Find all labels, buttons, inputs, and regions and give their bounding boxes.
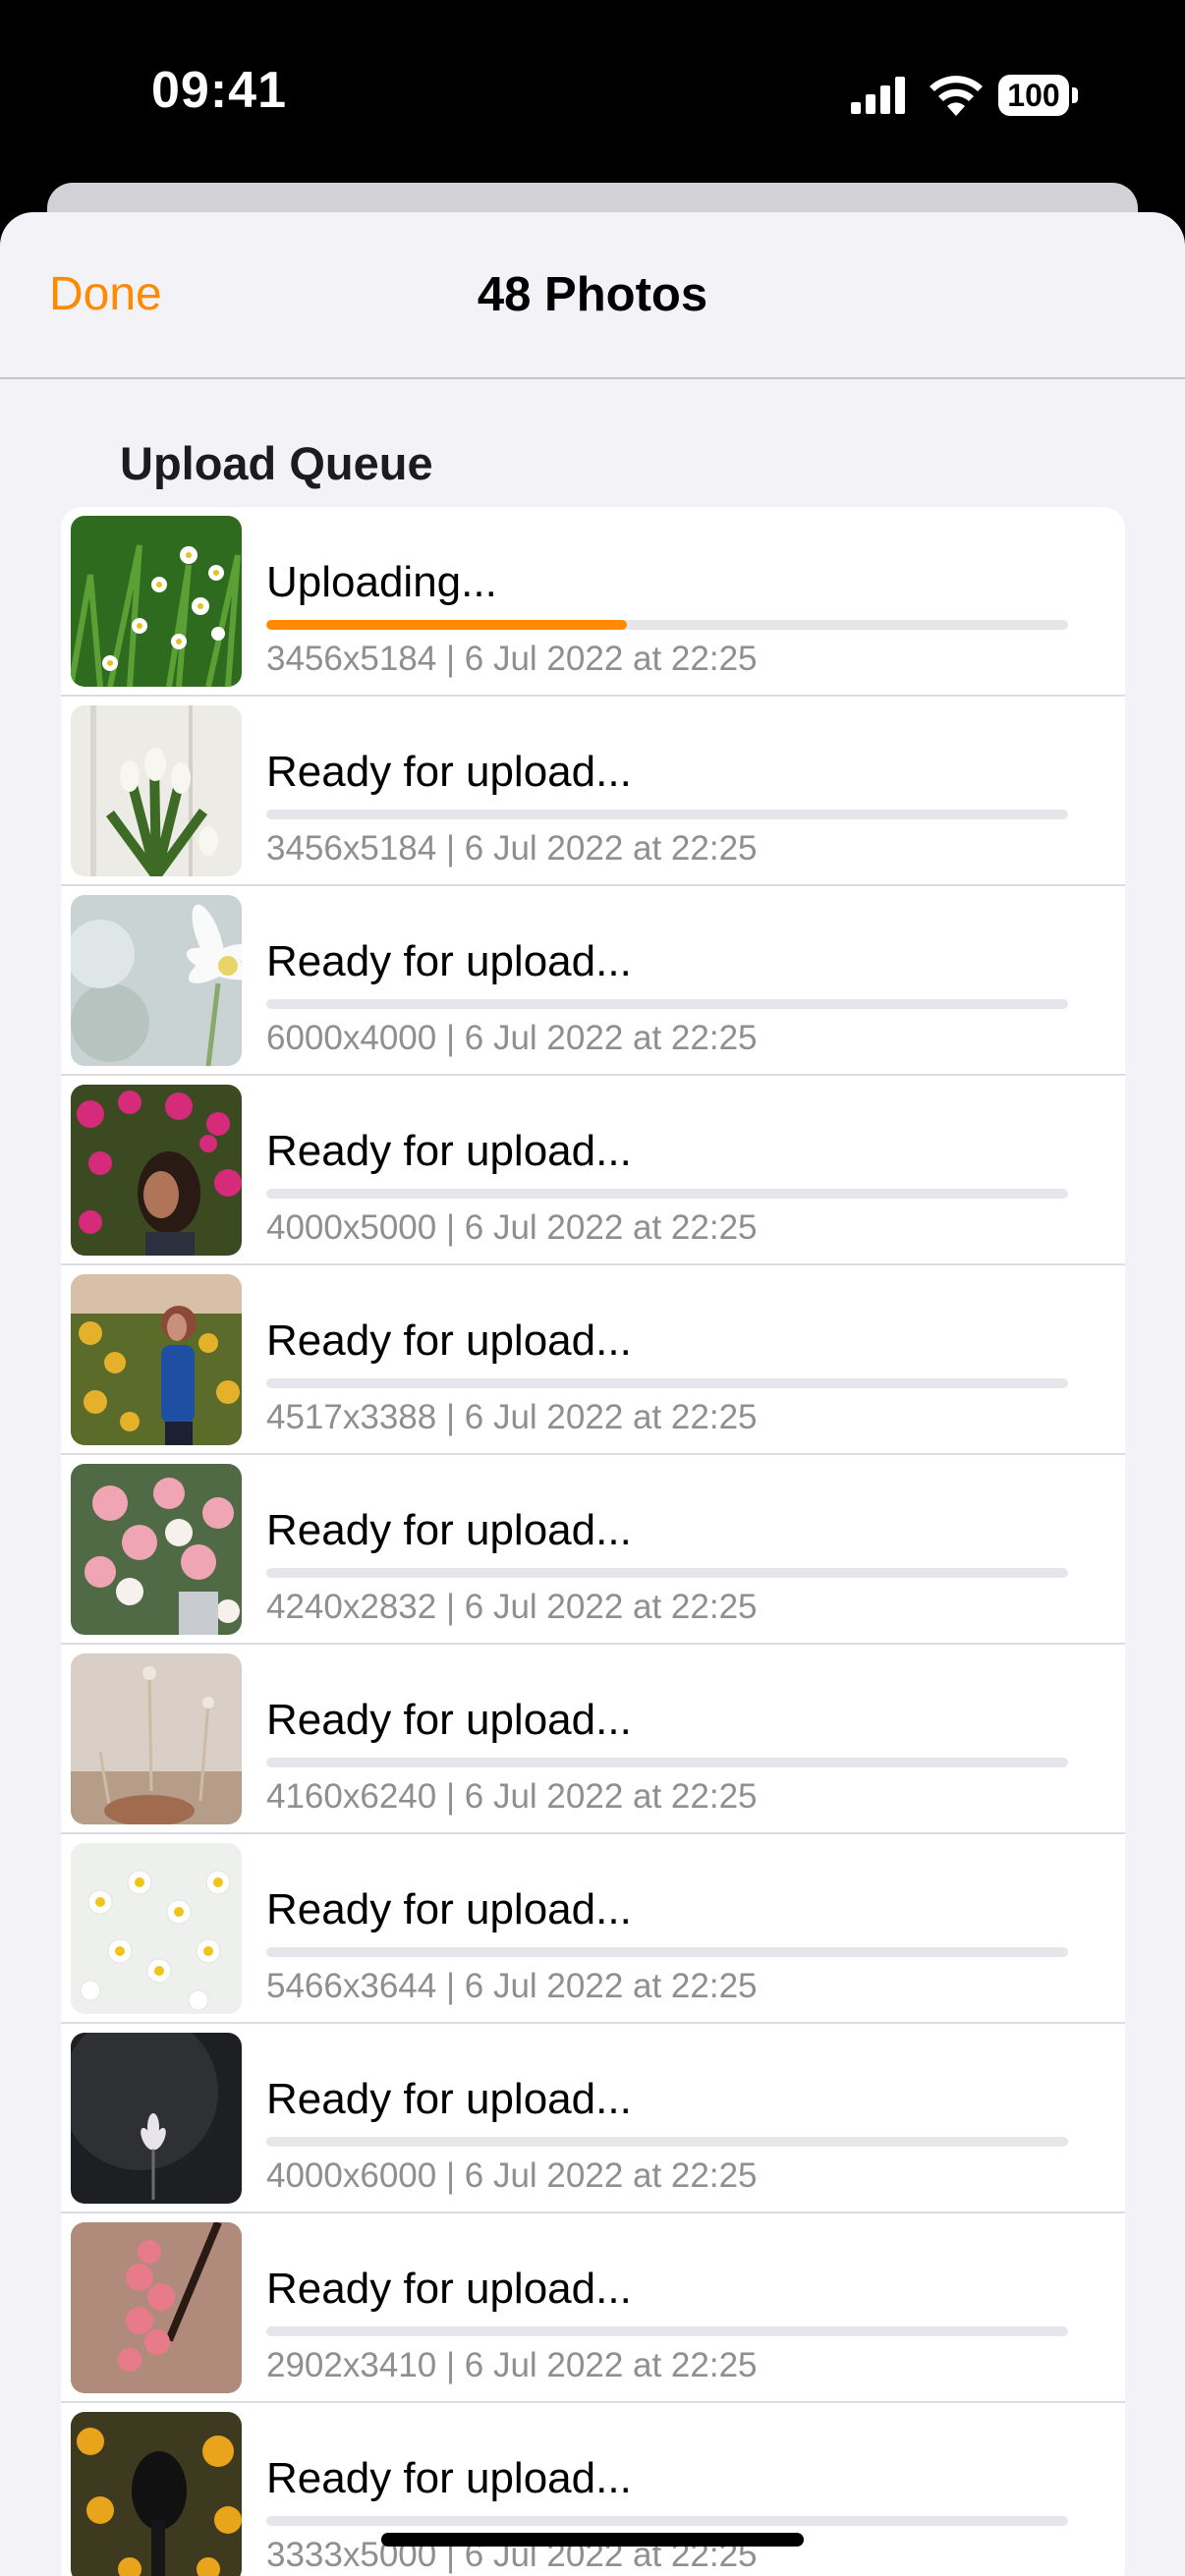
photo-metadata: 4000x5000 | 6 Jul 2022 at 22:25 [266, 1208, 758, 1247]
upload-progress-bar [266, 1568, 1068, 1578]
upload-status: Ready for upload... [266, 2265, 632, 2313]
photo-thumbnail [71, 2222, 242, 2393]
upload-progress-bar [266, 810, 1068, 819]
photo-thumbnail [71, 1464, 242, 1635]
status-bar: 09:41 100 [0, 0, 1185, 187]
queue-row[interactable]: Ready for upload... 4160x6240 | 6 Jul 202… [61, 1645, 1125, 1834]
photo-metadata: 4000x6000 | 6 Jul 2022 at 22:25 [266, 2156, 758, 2195]
queue-row[interactable]: Ready for upload... 4000x6000 | 6 Jul 202… [61, 2024, 1125, 2213]
upload-status: Ready for upload... [266, 1696, 632, 1744]
battery-icon: 100 [998, 75, 1079, 116]
photo-thumbnail [71, 516, 242, 687]
photo-thumbnail [71, 1085, 242, 1256]
photo-metadata: 6000x4000 | 6 Jul 2022 at 22:25 [266, 1019, 758, 1057]
upload-status: Ready for upload... [266, 1506, 632, 1554]
upload-status: Ready for upload... [266, 1885, 632, 1933]
queue-row[interactable]: Ready for upload... 6000x4000 | 6 Jul 202… [61, 886, 1125, 1076]
photo-thumbnail [71, 1274, 242, 1445]
upload-progress-bar [266, 620, 1068, 630]
photo-thumbnail [71, 2412, 242, 2576]
photo-thumbnail [71, 895, 242, 1066]
upload-progress-bar [266, 1189, 1068, 1199]
queue-row[interactable]: Ready for upload... 5466x3644 | 6 Jul 202… [61, 1834, 1125, 2024]
cellular-signal-icon [851, 77, 905, 114]
photo-thumbnail [71, 705, 242, 876]
photo-thumbnail [71, 1843, 242, 2014]
upload-progress-bar [266, 1947, 1068, 1957]
upload-status: Ready for upload... [266, 2454, 632, 2502]
status-time: 09:41 [151, 62, 287, 119]
queue-row[interactable]: Uploading... 3456x5184 | 6 Jul 2022 at 22… [61, 507, 1125, 697]
upload-progress-bar [266, 2326, 1068, 2336]
photo-metadata: 5466x3644 | 6 Jul 2022 at 22:25 [266, 1967, 758, 2005]
wifi-icon [930, 76, 983, 116]
photo-metadata: 4160x6240 | 6 Jul 2022 at 22:25 [266, 1777, 758, 1816]
photo-thumbnail [71, 1653, 242, 1824]
upload-sheet: Done 48 Photos Upload Queue Uploading...… [0, 212, 1185, 2576]
upload-status: Ready for upload... [266, 1127, 632, 1175]
upload-status: Ready for upload... [266, 1316, 632, 1365]
navbar-divider [0, 377, 1185, 379]
photo-thumbnail [71, 2033, 242, 2204]
upload-queue-list: Uploading... 3456x5184 | 6 Jul 2022 at 22… [61, 507, 1125, 2576]
upload-progress-bar [266, 2516, 1068, 2526]
upload-progress-bar [266, 1758, 1068, 1767]
upload-status: Ready for upload... [266, 748, 632, 796]
queue-row[interactable]: Ready for upload... 4240x2832 | 6 Jul 202… [61, 1455, 1125, 1645]
navigation-bar: Done 48 Photos [0, 212, 1185, 379]
queue-row[interactable]: Ready for upload... 4000x5000 | 6 Jul 202… [61, 1076, 1125, 1265]
upload-progress-fill [266, 620, 628, 630]
queue-row[interactable]: Ready for upload... 2902x3410 | 6 Jul 202… [61, 2213, 1125, 2403]
upload-status: Uploading... [266, 558, 497, 606]
upload-progress-bar [266, 999, 1068, 1009]
battery-level: 100 [998, 75, 1069, 116]
photo-metadata: 3456x5184 | 6 Jul 2022 at 22:25 [266, 829, 758, 868]
home-indicator[interactable] [381, 2533, 804, 2547]
queue-row[interactable]: Ready for upload... 4517x3388 | 6 Jul 202… [61, 1265, 1125, 1455]
upload-progress-bar [266, 1378, 1068, 1388]
upload-status: Ready for upload... [266, 937, 632, 985]
photo-metadata: 4517x3388 | 6 Jul 2022 at 22:25 [266, 1398, 758, 1436]
queue-row[interactable]: Ready for upload... 3333x5000 | 6 Jul 202… [61, 2403, 1125, 2576]
queue-row[interactable]: Ready for upload... 3456x5184 | 6 Jul 202… [61, 697, 1125, 886]
section-header-upload-queue: Upload Queue [120, 437, 433, 489]
upload-status: Ready for upload... [266, 2075, 632, 2123]
page-title: 48 Photos [477, 268, 708, 321]
photo-metadata: 4240x2832 | 6 Jul 2022 at 22:25 [266, 1588, 758, 1626]
photo-metadata: 3456x5184 | 6 Jul 2022 at 22:25 [266, 640, 758, 678]
photo-metadata: 2902x3410 | 6 Jul 2022 at 22:25 [266, 2346, 758, 2384]
upload-progress-bar [266, 2137, 1068, 2147]
